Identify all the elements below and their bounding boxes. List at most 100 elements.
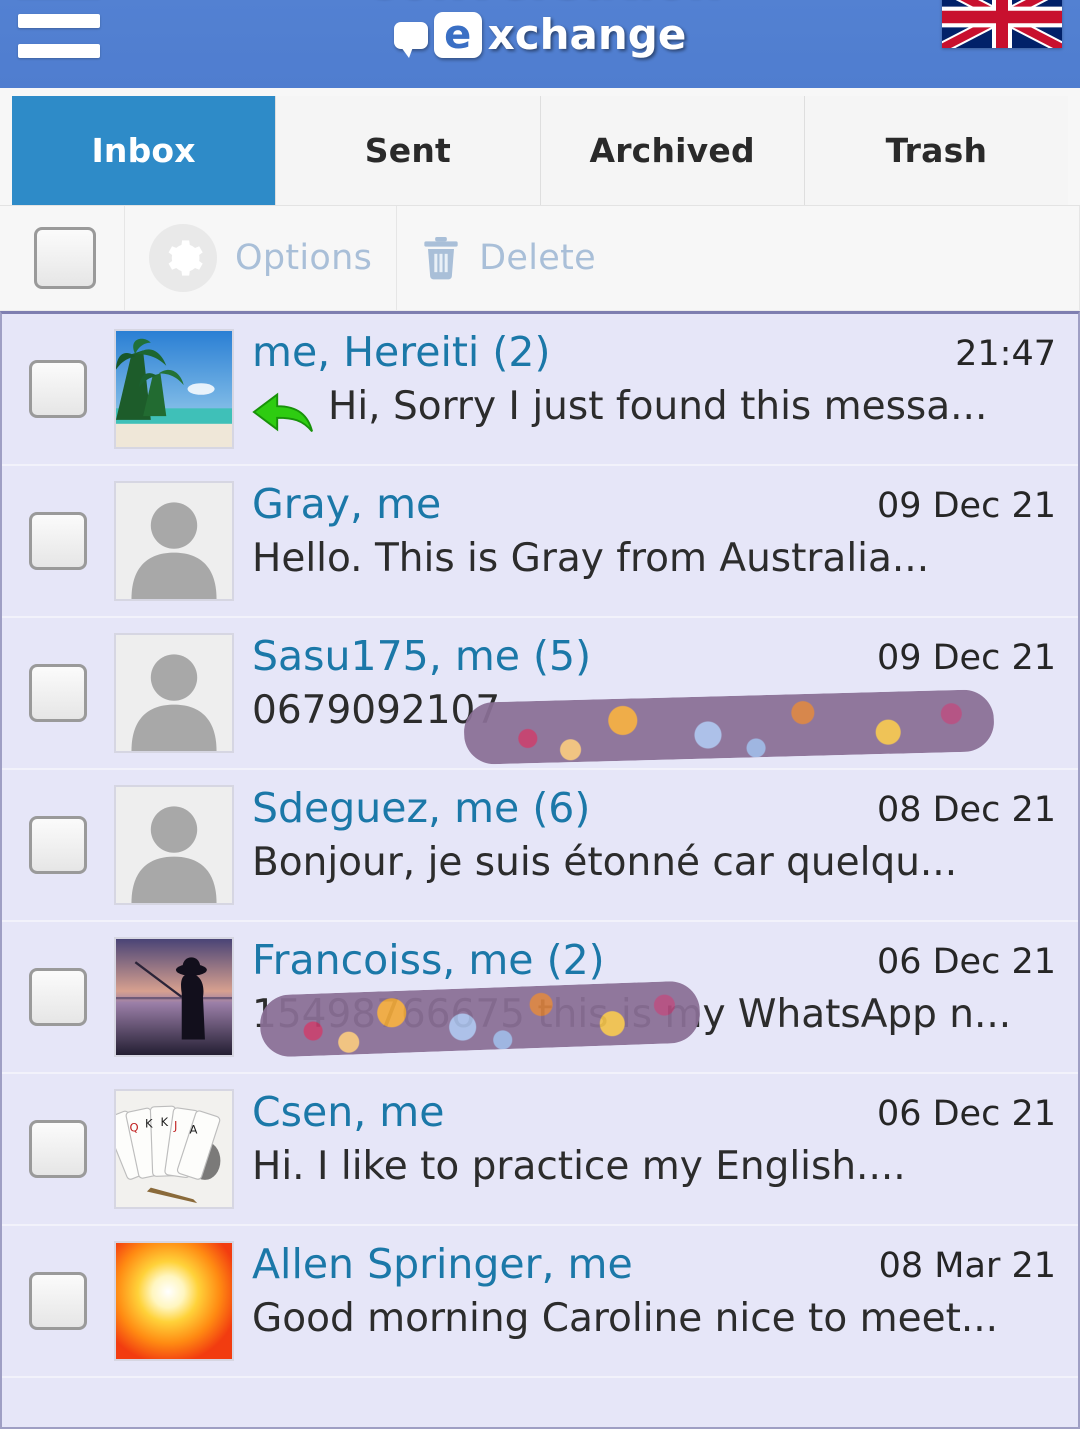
message-body: Allen Springer, me 08 Mar 21 Good mornin…: [234, 1236, 1078, 1342]
list-toolbar: Options Delete: [0, 206, 1080, 311]
message-date: 09 Dec 21: [876, 638, 1056, 678]
svg-text:K: K: [145, 1117, 153, 1131]
gear-icon: [149, 224, 217, 292]
message-checkbox[interactable]: [29, 512, 87, 570]
tab-trash[interactable]: Trash: [804, 96, 1068, 205]
tab-archived[interactable]: Archived: [540, 96, 805, 205]
message-checkbox[interactable]: [29, 968, 87, 1026]
message-checkbox[interactable]: [29, 816, 87, 874]
logo-e-badge: e: [433, 12, 482, 58]
message-body: Gray, me 09 Dec 21 Hello. This is Gray f…: [234, 476, 1078, 582]
sender-names: Sasu175, me: [252, 632, 520, 680]
message-sender[interactable]: Sasu175, me (5): [252, 634, 591, 678]
message-header: Gray, me 09 Dec 21: [252, 482, 1078, 526]
default-avatar-icon: [116, 787, 232, 903]
message-row[interactable]: Gray, me 09 Dec 21 Hello. This is Gray f…: [2, 466, 1078, 618]
tab-inbox[interactable]: Inbox: [12, 96, 277, 205]
message-row[interactable]: Francoiss, me (2) 06 Dec 21 15498766675 …: [2, 922, 1078, 1074]
delete-label: Delete: [479, 238, 596, 278]
default-avatar-icon: [116, 483, 232, 599]
row-checkbox-cell[interactable]: [2, 664, 114, 722]
message-row[interactable]: Sasu175, me (5) 09 Dec 21 0679092107: [2, 618, 1078, 770]
app-header: Conversation e xchange: [0, 0, 1080, 88]
avatar[interactable]: [114, 481, 234, 601]
row-checkbox-cell[interactable]: [2, 816, 114, 874]
options-button[interactable]: Options: [125, 206, 398, 310]
sender-names: Francoiss, me: [252, 936, 534, 984]
tab-sent[interactable]: Sent: [276, 96, 541, 205]
avatar[interactable]: [114, 937, 234, 1057]
message-preview: Good morning Caroline nice to meet...: [252, 1296, 1078, 1342]
message-header: Csen, me 06 Dec 21: [252, 1090, 1078, 1134]
message-preview: Bonjour, je suis étonné car quelqu...: [252, 840, 1078, 886]
mailbox-tabs: Inbox Sent Archived Trash: [0, 88, 1080, 206]
preview-text: Hello. This is Gray from Australia...: [252, 536, 930, 582]
playing-cards-photo-icon: Q J K K A: [116, 1091, 232, 1207]
sender-names: Sdeguez, me: [252, 784, 520, 832]
message-body: Francoiss, me (2) 06 Dec 21 15498766675 …: [234, 932, 1078, 1058]
delete-button[interactable]: Delete: [397, 206, 1080, 310]
message-preview: Hi. I like to practice my English....: [252, 1144, 1078, 1190]
message-date: 21:47: [955, 334, 1056, 374]
fisherman-sunset-photo-icon: [116, 939, 232, 1055]
preview-text: Good morning Caroline nice to meet...: [252, 1296, 999, 1342]
avatar[interactable]: Q J KK A: [114, 1089, 234, 1209]
avatar[interactable]: [114, 785, 234, 905]
message-count: (6): [532, 784, 591, 832]
message-count: (5): [533, 632, 592, 680]
row-checkbox-cell[interactable]: [2, 968, 114, 1026]
avatar[interactable]: [114, 1241, 234, 1361]
message-preview: Hello. This is Gray from Australia...: [252, 536, 1078, 582]
message-checkbox[interactable]: [29, 1120, 87, 1178]
logo-title-line1: Conversation: [0, 0, 1080, 4]
message-row[interactable]: Allen Springer, me 08 Mar 21 Good mornin…: [2, 1226, 1078, 1378]
message-checkbox[interactable]: [29, 360, 87, 418]
message-header: Sasu175, me (5) 09 Dec 21: [252, 634, 1078, 678]
message-preview: Hi, Sorry I just found this messa...: [252, 384, 1078, 436]
speech-bubble-icon: [393, 21, 428, 58]
message-date: 06 Dec 21: [876, 942, 1056, 982]
message-sender[interactable]: Allen Springer, me: [252, 1242, 633, 1286]
avatar[interactable]: [114, 633, 234, 753]
app-logo[interactable]: Conversation e xchange: [0, 0, 1080, 58]
united-kingdom-flag-icon[interactable]: [942, 0, 1062, 48]
logo-exchange-text: xchange: [487, 10, 687, 59]
message-row[interactable]: me, Hereiti (2) 21:47 Hi, Sorry I just f…: [2, 314, 1078, 466]
row-checkbox-cell[interactable]: [2, 1272, 114, 1330]
options-label: Options: [235, 238, 373, 278]
preview-text: Bonjour, je suis étonné car quelqu...: [252, 840, 958, 886]
row-checkbox-cell[interactable]: [2, 1120, 114, 1178]
message-list: me, Hereiti (2) 21:47 Hi, Sorry I just f…: [0, 311, 1080, 1429]
message-sender[interactable]: Gray, me: [252, 482, 441, 526]
message-date: 06 Dec 21: [876, 1094, 1056, 1134]
sender-names: Allen Springer, me: [252, 1240, 633, 1288]
svg-text:A: A: [189, 1123, 197, 1137]
message-sender[interactable]: Csen, me: [252, 1090, 444, 1134]
message-row[interactable]: Sdeguez, me (6) 08 Dec 21 Bonjour, je su…: [2, 770, 1078, 922]
message-body: Sasu175, me (5) 09 Dec 21 0679092107: [234, 628, 1078, 766]
message-body: Csen, me 06 Dec 21 Hi. I like to practic…: [234, 1084, 1078, 1190]
redaction-overlay: [463, 689, 995, 766]
message-sender[interactable]: Sdeguez, me (6): [252, 786, 590, 830]
message-count: (2): [546, 936, 605, 984]
select-all-checkbox[interactable]: [34, 227, 96, 289]
message-preview: 15498766675 this is my WhatsApp n...: [252, 980, 1078, 1058]
message-row[interactable]: Q J KK A Csen, me 06 Dec 21 Hi. I like to …: [2, 1074, 1078, 1226]
row-checkbox-cell[interactable]: [2, 360, 114, 418]
preview-text: Hi. I like to practice my English....: [252, 1144, 906, 1190]
message-sender[interactable]: me, Hereiti (2): [252, 330, 550, 374]
select-all-cell[interactable]: [0, 206, 125, 310]
message-checkbox[interactable]: [29, 664, 87, 722]
message-checkbox[interactable]: [29, 1272, 87, 1330]
svg-text:Q: Q: [130, 1121, 139, 1135]
preview-text: 0679092107: [252, 688, 501, 734]
svg-text:K: K: [160, 1115, 168, 1129]
avatar[interactable]: [114, 329, 234, 449]
message-date: 09 Dec 21: [876, 486, 1056, 526]
row-checkbox-cell[interactable]: [2, 512, 114, 570]
message-header: Allen Springer, me 08 Mar 21: [252, 1242, 1078, 1286]
message-date: 08 Mar 21: [878, 1246, 1056, 1286]
message-sender[interactable]: Francoiss, me (2): [252, 938, 605, 982]
trash-icon: [424, 237, 458, 280]
preview-text: Hi, Sorry I just found this messa...: [328, 384, 988, 430]
